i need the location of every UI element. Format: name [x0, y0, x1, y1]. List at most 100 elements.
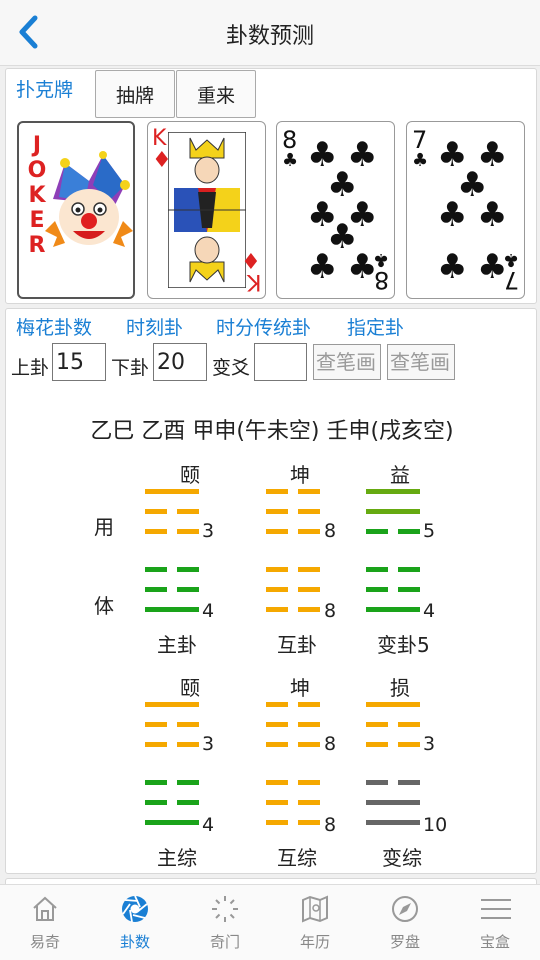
hexagram-name: 损 [390, 676, 410, 700]
main-reverse-label: 主综 [157, 846, 197, 870]
king-of-diamonds-card: K ♦ ♦ K [147, 121, 266, 299]
yin-line [398, 587, 420, 592]
map-icon [302, 895, 328, 923]
poker-panel: 扑克牌 抽牌 重来 J O K E R K ♦ ♦ K 8 ♣ ♣ ♣ ♣ ♣ … [5, 68, 537, 304]
card-rank-top: K [152, 126, 167, 151]
upper-trigram-label: 上卦 [11, 357, 50, 379]
lookup-strokes-button-1[interactable]: 查笔画 [313, 344, 381, 380]
home-icon [33, 896, 57, 921]
yin-line [177, 722, 199, 727]
hexagram-name: 益 [390, 463, 410, 487]
yin-line [366, 587, 388, 592]
yin-line [398, 722, 420, 727]
lower-trigram-input[interactable] [153, 343, 207, 381]
clubs-pips-icon: ♣ ♣ ♣ ♣ ♣ ♣ ♣ ♣ [307, 136, 377, 286]
card-suit-bottom: ♦ [241, 247, 261, 272]
nav-item-nianli[interactable]: 年历 [270, 885, 360, 960]
nav-label: 奇门 [209, 933, 240, 951]
yin-line [266, 800, 288, 805]
yin-line [177, 567, 199, 572]
nav-label: 易奇 [29, 933, 60, 951]
yin-line [266, 722, 288, 727]
tab-time-hexagram[interactable]: 时刻卦 [126, 313, 183, 340]
nav-label: 年历 [299, 933, 330, 951]
yin-line [266, 509, 288, 514]
upper-trigram-input[interactable] [52, 343, 106, 381]
yin-line [298, 489, 320, 494]
clubs-pips-icon: ♣ ♣ ♣ ♣ ♣ ♣ ♣ [437, 136, 507, 286]
nav-label: 宝盒 [479, 933, 510, 951]
yin-line [145, 587, 167, 592]
svg-text:♣: ♣ [437, 247, 467, 286]
trigram-number: 5 [423, 520, 436, 542]
svg-text:♣: ♣ [437, 195, 467, 235]
nav-label: 卦数 [119, 933, 150, 951]
lookup-strokes-button-2[interactable]: 查笔画 [387, 344, 455, 380]
nav-item-luopan[interactable]: 罗盘 [360, 885, 450, 960]
body-label: 体 [94, 594, 114, 618]
yin-line [145, 800, 167, 805]
trigram-number: 3 [423, 733, 436, 755]
poker-label: 扑克牌 [16, 79, 74, 101]
aperture-icon [122, 895, 148, 923]
yang-line [366, 820, 420, 825]
king-face-icon [168, 132, 246, 288]
nav-label: 罗盘 [389, 933, 420, 951]
yang-line [366, 509, 420, 514]
yin-line [177, 742, 199, 747]
changing-line-label: 变爻 [212, 357, 251, 379]
yang-line [145, 607, 199, 612]
yin-line [177, 529, 199, 534]
sun-icon [212, 896, 238, 922]
yin-line [266, 587, 288, 592]
yin-line [298, 780, 320, 785]
draw-card-button[interactable]: 抽牌 [95, 70, 175, 118]
nav-item-qimen[interactable]: 奇门 [180, 885, 270, 960]
changing-line-input[interactable] [254, 343, 307, 381]
hexagram-name: 颐 [180, 463, 200, 487]
card-rank-bottom: K [246, 269, 261, 294]
yin-line [298, 800, 320, 805]
yin-line [298, 607, 320, 612]
yin-line [145, 722, 167, 727]
yin-line [145, 567, 167, 572]
page-title: 卦数预测 [225, 24, 314, 49]
yin-line [266, 742, 288, 747]
tab-plum-blossom[interactable]: 梅花卦数 [16, 313, 92, 340]
yin-line [298, 702, 320, 707]
yin-line [145, 780, 167, 785]
clown-face-icon [45, 151, 133, 247]
yin-line [398, 742, 420, 747]
trigram-number: 4 [423, 600, 436, 622]
yang-line [366, 702, 420, 707]
nav-item-baohe[interactable]: 宝盒 [450, 885, 540, 960]
nav-item-yiqi[interactable]: 易奇 [0, 885, 90, 960]
changed-hexagram-label: 变卦5 [377, 633, 430, 657]
yin-line [266, 529, 288, 534]
lower-trigram-label: 下卦 [111, 357, 150, 379]
yang-line [366, 800, 420, 805]
yin-line [366, 567, 388, 572]
tab-traditional-hexagram[interactable]: 时分传统卦 [216, 313, 311, 340]
yin-line [398, 780, 420, 785]
trigram-number: 8 [324, 814, 337, 836]
card-rank-bottom: 7 [503, 266, 519, 294]
yin-line [366, 742, 388, 747]
joker-card: J O K E R [17, 121, 135, 299]
trigram-number: 8 [324, 520, 337, 542]
reset-button[interactable]: 重来 [176, 70, 256, 118]
use-label: 用 [94, 515, 114, 539]
nav-item-guashu[interactable]: 卦数 [90, 885, 180, 960]
tab-specified-hexagram[interactable]: 指定卦 [347, 313, 404, 340]
yin-line [145, 509, 167, 514]
bottom-navigation: 易奇 卦数 奇门 年历 罗盘 宝盒 [0, 884, 540, 960]
trigram-number: 10 [423, 814, 448, 836]
menu-icon [481, 899, 511, 919]
main-hexagram-label: 主卦 [157, 633, 197, 657]
trigram-number: 3 [202, 520, 215, 542]
yang-line [366, 489, 420, 494]
mutual-hexagram-label: 互卦 [277, 633, 317, 657]
yin-line [266, 820, 288, 825]
yin-line [177, 587, 199, 592]
yin-line [298, 722, 320, 727]
